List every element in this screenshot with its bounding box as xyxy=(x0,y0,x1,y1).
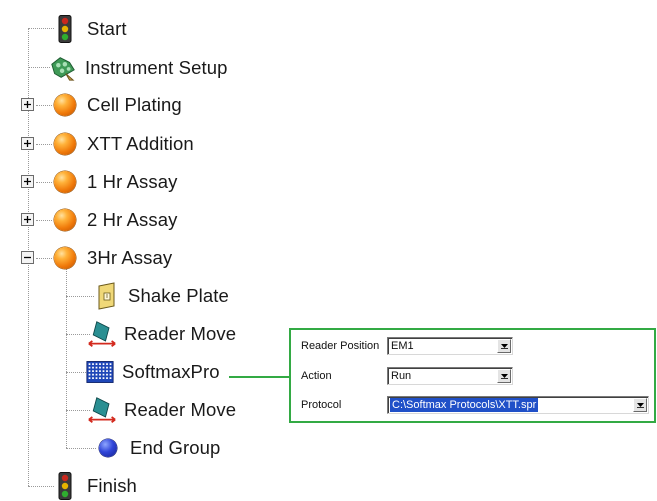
traffic-light-icon xyxy=(51,15,79,43)
orange-ball-icon xyxy=(51,244,79,272)
instrument-setup-icon xyxy=(49,54,77,82)
tree-line xyxy=(36,105,52,106)
expand-plus-icon[interactable] xyxy=(21,98,34,111)
orange-ball-icon xyxy=(51,206,79,234)
tree-line xyxy=(66,448,96,449)
tree-line xyxy=(36,258,52,259)
tree-line xyxy=(36,144,52,145)
tree-line xyxy=(66,268,67,448)
tree-node-softmaxpro[interactable]: SoftmaxPro xyxy=(86,357,220,387)
protocol-tree: Start Instrument Setup Cell Plating XTT … xyxy=(0,0,657,500)
traffic-light-icon xyxy=(51,472,79,500)
protocol-select[interactable]: C:\Softmax Protocols\XTT.spr xyxy=(387,396,649,414)
node-label: 2 Hr Assay xyxy=(87,209,178,230)
tree-line xyxy=(66,296,94,297)
tree-node-3hr-assay[interactable]: 3Hr Assay xyxy=(51,243,172,273)
tree-node-reader-move-2[interactable]: Reader Move xyxy=(88,395,236,425)
protocol-row: Protocol C:\Softmax Protocols\XTT.spr xyxy=(291,395,654,415)
tree-line xyxy=(28,67,50,68)
node-label: Reader Move xyxy=(124,399,237,420)
tree-line xyxy=(66,334,90,335)
node-label: XTT Addition xyxy=(87,133,194,154)
expand-plus-icon[interactable] xyxy=(21,213,34,226)
tree-line xyxy=(36,220,52,221)
reader-position-label: Reader Position xyxy=(301,340,380,352)
reader-move-icon xyxy=(88,320,116,348)
reader-position-select[interactable]: EM1 xyxy=(387,337,513,355)
orange-ball-icon xyxy=(51,168,79,196)
reader-move-icon xyxy=(88,396,116,424)
action-row: Action Run xyxy=(291,366,654,386)
tree-line xyxy=(36,182,52,183)
dropdown-arrow-icon[interactable] xyxy=(497,339,511,353)
node-label: Instrument Setup xyxy=(85,57,228,78)
node-label: End Group xyxy=(130,437,221,458)
expand-plus-icon[interactable] xyxy=(21,137,34,150)
dropdown-arrow-icon[interactable] xyxy=(633,398,647,412)
node-label: Cell Plating xyxy=(87,94,182,115)
node-label: Start xyxy=(87,18,127,39)
tree-node-2hr-assay[interactable]: 2 Hr Assay xyxy=(51,205,177,235)
properties-panel: Reader Position EM1 Action Run Protocol … xyxy=(289,328,656,423)
tree-node-end-group[interactable]: End Group xyxy=(94,433,220,463)
collapse-minus-icon[interactable] xyxy=(21,251,34,264)
tree-line xyxy=(66,410,90,411)
microplate-icon xyxy=(86,358,114,386)
tree-node-1hr-assay[interactable]: 1 Hr Assay xyxy=(51,167,177,197)
action-label: Action xyxy=(301,370,332,382)
node-label: 1 Hr Assay xyxy=(87,171,178,192)
node-label: SoftmaxPro xyxy=(122,361,220,382)
action-value: Run xyxy=(391,370,412,382)
node-label: Shake Plate xyxy=(128,285,229,306)
action-select[interactable]: Run xyxy=(387,367,513,385)
protocol-value: C:\Softmax Protocols\XTT.spr xyxy=(390,398,539,412)
tree-node-finish[interactable]: Finish xyxy=(51,471,137,501)
orange-ball-icon xyxy=(51,130,79,158)
reader-position-row: Reader Position EM1 xyxy=(291,336,654,356)
tree-node-reader-move[interactable]: Reader Move xyxy=(88,319,236,349)
tree-node-start[interactable]: Start xyxy=(51,14,127,44)
tree-node-cell-plating[interactable]: Cell Plating xyxy=(51,90,182,120)
orange-ball-icon xyxy=(51,91,79,119)
node-label: Reader Move xyxy=(124,323,237,344)
expand-plus-icon[interactable] xyxy=(21,175,34,188)
dropdown-arrow-icon[interactable] xyxy=(497,369,511,383)
tree-line xyxy=(66,372,86,373)
node-label: Finish xyxy=(87,475,137,496)
tree-node-instrument-setup[interactable]: Instrument Setup xyxy=(49,53,227,83)
shake-plate-icon xyxy=(92,282,120,310)
reader-position-value: EM1 xyxy=(391,340,414,352)
tree-node-shake-plate[interactable]: Shake Plate xyxy=(92,281,229,311)
blue-ball-icon xyxy=(94,434,122,462)
node-label: 3Hr Assay xyxy=(87,247,173,268)
protocol-label: Protocol xyxy=(301,399,342,411)
callout-connector xyxy=(229,376,291,378)
tree-node-xtt-addition[interactable]: XTT Addition xyxy=(51,129,194,159)
